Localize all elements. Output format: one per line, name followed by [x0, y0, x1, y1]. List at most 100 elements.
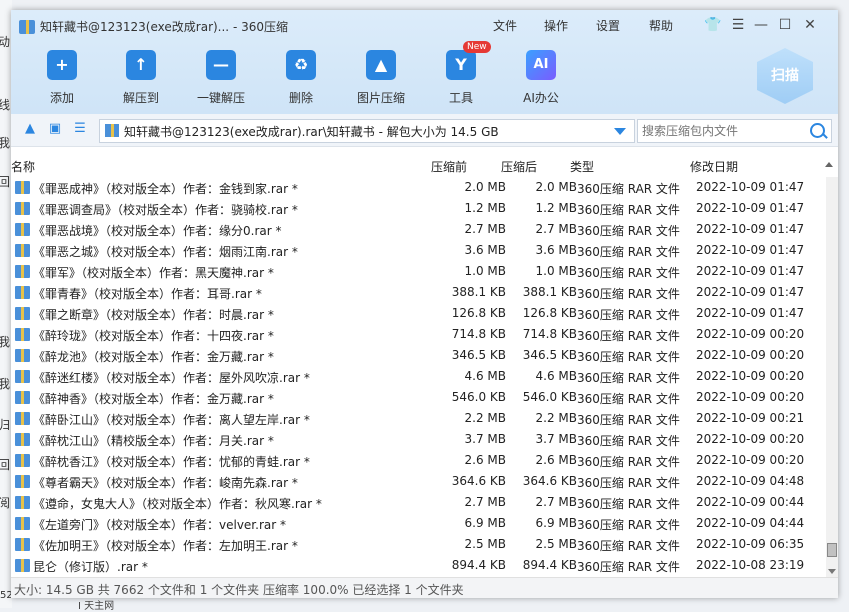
file-type: 360压缩 RAR 文件	[577, 497, 680, 511]
table-row[interactable]: 《醉玲珑》（校对版全本）作者：十四夜.rar * 714.8 KB 714.8 KB…	[11, 324, 826, 345]
table-row[interactable]: 昆仑（修订版）.rar * 894.4 KB 894.4 KB 360压缩 RAR 文…	[11, 555, 826, 576]
file-date: 2022-10-09 01:47	[696, 201, 805, 215]
vertical-scrollbar[interactable]	[826, 177, 838, 577]
up-arrow-icon[interactable]: ▲	[23, 122, 37, 136]
header: 知轩藏书@123123(exe改成rar)... - 360压缩 文件 操作 设…	[11, 10, 838, 114]
table-row[interactable]: 《醉龙池》（校对版全本）作者：金万藏.rar * 346.5 KB 346.5 KB…	[11, 345, 826, 366]
extract-to-icon: ↑	[126, 50, 156, 80]
path-field[interactable]: 知轩藏书@123123(exe改成rar).rar\知轩藏书 - 解包大小为 1…	[99, 119, 635, 143]
rar-file-icon	[15, 538, 30, 551]
col-compressed[interactable]: 压缩后	[501, 158, 537, 175]
menu-icon[interactable]: ☰	[729, 16, 747, 34]
file-date: 2022-10-09 00:44	[696, 495, 805, 509]
file-date: 2022-10-09 04:48	[696, 474, 805, 488]
image-compress-button[interactable]: ▲ 图片压缩	[351, 48, 411, 108]
col-size[interactable]: 压缩前	[431, 158, 467, 175]
file-type: 360压缩 RAR 文件	[577, 413, 680, 427]
table-row[interactable]: 《罪恶调查局》（校对版全本）作者：骁骑校.rar * 1.2 MB 1.2 MB 36…	[11, 198, 826, 219]
add-button[interactable]: + 添加	[32, 48, 92, 108]
scan-button[interactable]: 扫描	[757, 48, 813, 104]
background-text: 归	[0, 418, 11, 432]
table-row[interactable]: 《罪军》（校对版全本）作者：黑天魔神.rar * 1.0 MB 1.0 MB 360压…	[11, 261, 826, 282]
table-row[interactable]: 《遵命，女鬼大人》（校对版全本）作者：秋风寒.rar * 2.7 MB 2.7 MB…	[11, 492, 826, 513]
menu-settings[interactable]: 设置	[596, 17, 620, 34]
delete-button[interactable]: ♻ 删除	[271, 48, 331, 108]
file-name: 《尊者霸天》（校对版全本）作者：峻南先森.rar *	[33, 476, 298, 490]
title-bar: 知轩藏书@123123(exe改成rar)... - 360压缩 文件 操作 设…	[11, 10, 838, 42]
table-row[interactable]: 《左道旁门》（校对版全本）作者：velver.rar * 6.9 MB 6.9 MB…	[11, 513, 826, 534]
file-compressed-size: 3.7 MB	[535, 432, 577, 446]
file-date: 2022-10-09 04:44	[696, 516, 805, 530]
menu-operation[interactable]: 操作	[544, 17, 568, 34]
menu-help[interactable]: 帮助	[649, 17, 673, 34]
table-row[interactable]: 《醉卧江山》（校对版全本）作者：离人望左岸.rar * 2.2 MB 2.2 MB 3…	[11, 408, 826, 429]
file-compressed-size: 2.7 MB	[535, 495, 577, 509]
col-date[interactable]: 修改日期	[690, 158, 738, 175]
file-name: 《醉神香》（校对版全本）作者：金万藏.rar *	[33, 392, 274, 406]
file-size: 2.6 MB	[464, 453, 506, 467]
background-text: 我	[0, 136, 11, 150]
file-name: 《罪恶之城》（校对版全本）作者：烟雨江南.rar *	[33, 245, 298, 259]
column-header: 名称 压缩前 压缩后 类型 修改日期	[11, 156, 838, 176]
file-name: 《左道旁门》（校对版全本）作者：velver.rar *	[33, 518, 286, 532]
file-size: 1.0 MB	[464, 264, 506, 278]
table-row[interactable]: 《罪恶之城》（校对版全本）作者：烟雨江南.rar * 3.6 MB 3.6 MB 36…	[11, 240, 826, 261]
table-row[interactable]: 《罪之断章》（校对版全本）作者：时晨.rar * 126.8 KB 126.8 KB…	[11, 303, 826, 324]
file-name: 《罪军》（校对版全本）作者：黑天魔神.rar *	[33, 266, 274, 280]
thumbnail-view-icon[interactable]: ▣	[48, 122, 62, 136]
rar-file-icon	[15, 391, 30, 404]
file-date: 2022-10-09 01:47	[696, 285, 805, 299]
table-row[interactable]: 《尊者霸天》（校对版全本）作者：峻南先森.rar * 364.6 KB 364.6 …	[11, 471, 826, 492]
scroll-down-icon[interactable]	[828, 569, 836, 574]
table-row[interactable]: 《罪恶成神》（校对版全本）作者：金钱到家.rar * 2.0 MB 2.0 MB 36…	[11, 177, 826, 198]
file-size: 1.2 MB	[464, 201, 506, 215]
file-size: 3.6 MB	[464, 243, 506, 257]
minimize-icon[interactable]: —	[752, 16, 770, 34]
window-title: 知轩藏书@123123(exe改成rar)... - 360压缩	[40, 20, 288, 34]
file-compressed-size: 2.5 MB	[535, 537, 577, 551]
file-type: 360压缩 RAR 文件	[577, 203, 680, 217]
rar-file-icon	[15, 244, 30, 257]
list-view-icon[interactable]: ☰	[73, 122, 87, 136]
rar-file-icon	[15, 433, 30, 446]
search-icon[interactable]	[810, 123, 825, 138]
rar-file-icon	[15, 223, 30, 236]
rar-file-icon	[15, 265, 30, 278]
maximize-icon[interactable]: ☐	[776, 16, 794, 34]
search-input[interactable]	[640, 122, 804, 140]
col-name[interactable]: 名称	[11, 158, 35, 175]
scrollbar-thumb[interactable]	[827, 543, 837, 557]
close-icon[interactable]: ✕	[801, 16, 819, 34]
menu-file[interactable]: 文件	[493, 17, 517, 34]
archive-icon	[19, 20, 35, 34]
address-bar: ▲ ▣ ☰ 知轩藏书@123123(exe改成rar).rar\知轩藏书 - 解…	[11, 114, 838, 147]
background-text: 动	[0, 35, 11, 49]
scroll-up-icon[interactable]	[825, 162, 833, 167]
file-name: 《醉枕香江》（校对版全本）作者：忧郁的青蛙.rar *	[33, 455, 310, 469]
chevron-down-icon[interactable]	[614, 128, 626, 135]
new-badge: New	[463, 41, 491, 53]
tools-button[interactable]: Y New 工具	[431, 41, 491, 108]
one-click-extract-button[interactable]: — 一键解压	[191, 48, 251, 108]
one-click-extract-label: 一键解压	[196, 91, 245, 105]
rar-file-icon	[15, 454, 30, 467]
file-type: 360压缩 RAR 文件	[577, 287, 680, 301]
delete-icon: ♻	[286, 50, 316, 80]
ai-office-button[interactable]: AI AI办公	[511, 48, 571, 108]
table-row[interactable]: 《醉神香》（校对版全本）作者：金万藏.rar * 546.0 KB 546.0 KB…	[11, 387, 826, 408]
extract-to-button[interactable]: ↑ 解压到	[111, 48, 171, 108]
file-size: 4.6 MB	[464, 369, 506, 383]
table-row[interactable]: 《佐加明王》（校对版全本）作者：左加明王.rar * 2.5 MB 2.5 MB 36…	[11, 534, 826, 555]
file-size: 2.0 MB	[464, 180, 506, 194]
table-row[interactable]: 《醉迷红楼》（校对版全本）作者：屋外风吹凉.rar * 4.6 MB 4.6 MB 3…	[11, 366, 826, 387]
col-type[interactable]: 类型	[570, 158, 594, 175]
table-row[interactable]: 《罪恶战境》（校对版全本）作者：缘分0.rar * 2.7 MB 2.7 MB 360…	[11, 219, 826, 240]
table-row[interactable]: 《醉枕香江》（校对版全本）作者：忧郁的青蛙.rar * 2.6 MB 2.6 MB 3…	[11, 450, 826, 471]
file-size: 2.7 MB	[464, 222, 506, 236]
file-date: 2022-10-09 01:47	[696, 222, 805, 236]
shirt-icon[interactable]: 👕	[704, 16, 722, 34]
table-row[interactable]: 《罪青春》（校对版全本）作者：耳哥.rar * 388.1 KB 388.1 KB 3…	[11, 282, 826, 303]
rar-file-icon	[15, 517, 30, 530]
table-row[interactable]: 《醉枕江山》（精校版全本）作者：月关.rar * 3.7 MB 3.7 MB 360压…	[11, 429, 826, 450]
file-name: 《遵命，女鬼大人》（校对版全本）作者：秋风寒.rar *	[33, 497, 322, 511]
